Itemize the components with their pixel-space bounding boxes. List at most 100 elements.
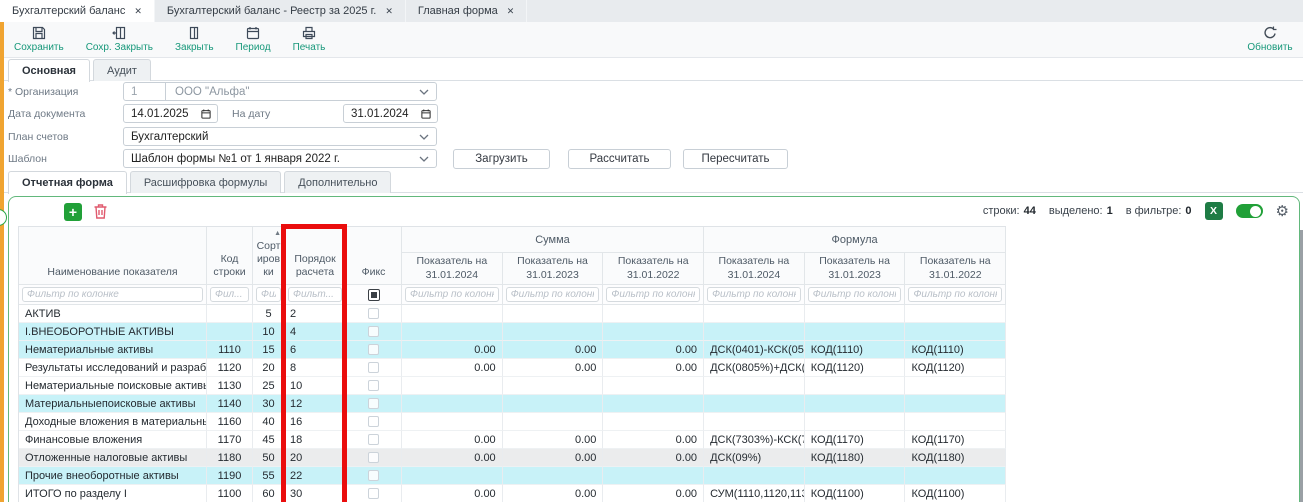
- tab-formula-details[interactable]: Расшифровка формулы: [130, 171, 281, 193]
- save-close-button[interactable]: Сохр. Закрыть: [86, 25, 153, 53]
- excel-export-button[interactable]: X: [1205, 202, 1223, 220]
- recalculate-button[interactable]: Пересчитать: [683, 149, 788, 169]
- chevron-down-icon[interactable]: [419, 89, 429, 95]
- table-row[interactable]: Финансовые вложения 1170 45 18 0.00 0.00…: [19, 431, 1006, 449]
- table-row[interactable]: Нематериальные поисковые активы 1130 25 …: [19, 377, 1006, 395]
- table-row[interactable]: Отложенные налоговые активы 1180 50 20 0…: [19, 449, 1006, 467]
- group-header-formula: Формула: [704, 227, 1006, 253]
- org-label: * Организация: [8, 86, 78, 98]
- app-window: Бухгалтерский баланс ✕ Бухгалтерский бал…: [0, 0, 1303, 502]
- cell-sum-2023: [503, 467, 604, 485]
- window-tab-registry[interactable]: Бухгалтерский баланс - Реестр за 2025 г.…: [155, 0, 406, 22]
- close-button[interactable]: Закрыть: [175, 25, 214, 53]
- cell-sum-2022: [603, 323, 704, 341]
- filter-input-formula-2022[interactable]: [908, 287, 1002, 302]
- table-row[interactable]: Доходные вложения в материальные ц.. 116…: [19, 413, 1006, 431]
- filter-input-name[interactable]: [22, 287, 203, 302]
- fix-checkbox[interactable]: [368, 326, 379, 337]
- cell-formula-2022: КОД(1100): [905, 485, 1006, 502]
- fix-header-checkbox[interactable]: [368, 289, 380, 301]
- col-header-name[interactable]: Наименование показателя: [19, 227, 207, 285]
- chart-row: План счетов Бухгалтерский: [0, 127, 1303, 147]
- col-header-fix[interactable]: Фикс: [346, 227, 402, 285]
- fix-checkbox[interactable]: [368, 470, 379, 481]
- delete-row-button[interactable]: [93, 203, 109, 221]
- cell-fix: [346, 359, 402, 377]
- filter-input-sum-2024[interactable]: [405, 287, 499, 302]
- window-tab-balance[interactable]: Бухгалтерский баланс ✕: [0, 0, 155, 22]
- save-icon: [31, 25, 47, 41]
- filter-toggle[interactable]: [1236, 204, 1263, 218]
- printer-icon: [301, 25, 317, 41]
- table-row[interactable]: ИТОГО по разделу I 1100 60 30 0.00 0.00 …: [19, 485, 1006, 502]
- calendar-icon[interactable]: [420, 108, 432, 120]
- add-row-button[interactable]: +: [64, 203, 82, 221]
- cell-code: 1110: [207, 341, 253, 359]
- cell-code: [207, 305, 253, 323]
- fix-checkbox[interactable]: [368, 362, 379, 373]
- chart-select[interactable]: Бухгалтерский: [123, 127, 437, 146]
- tab-report-form[interactable]: Отчетная форма: [8, 171, 127, 194]
- filter-input-formula-2024[interactable]: [707, 287, 801, 302]
- tab-audit[interactable]: Аудит: [93, 59, 151, 81]
- cell-name: ИТОГО по разделу I: [19, 485, 207, 502]
- col-header-formula-2023[interactable]: Показатель на31.01.2023: [805, 253, 906, 285]
- table-row[interactable]: Результаты исследований и разработок 112…: [19, 359, 1006, 377]
- panel-collapse-handle[interactable]: [0, 209, 7, 226]
- table-row[interactable]: АКТИВ 5 2: [19, 305, 1006, 323]
- cell-formula-2022: [905, 395, 1006, 413]
- tab-additional[interactable]: Дополнительно: [284, 171, 391, 193]
- filter-input-sort[interactable]: [256, 287, 281, 302]
- fix-checkbox[interactable]: [368, 344, 379, 355]
- filter-input-formula-2023[interactable]: [808, 287, 902, 302]
- col-header-formula-2022[interactable]: Показатель на31.01.2022: [905, 253, 1006, 285]
- fix-checkbox[interactable]: [368, 488, 379, 499]
- calculate-button[interactable]: Рассчитать: [568, 149, 671, 169]
- fix-checkbox[interactable]: [368, 452, 379, 463]
- load-label: Загрузить: [475, 153, 528, 165]
- close-icon[interactable]: ✕: [134, 6, 142, 17]
- calendar-icon[interactable]: [200, 108, 212, 120]
- filter-input-sum-2022[interactable]: [606, 287, 700, 302]
- cell-name: АКТИВ: [19, 305, 207, 323]
- print-button[interactable]: Печать: [293, 25, 326, 53]
- rows-count-label: строки:: [983, 205, 1020, 217]
- table-row[interactable]: Прочие внеоборотные активы 1190 55 22: [19, 467, 1006, 485]
- cell-formula-2023: [805, 323, 906, 341]
- window-tab-main-form[interactable]: Главная форма ✕: [406, 0, 527, 22]
- cell-sum-2023: 0.00: [503, 449, 604, 467]
- col-header-sum-2024[interactable]: Показатель на31.01.2024: [402, 253, 503, 285]
- col-header-formula-2024[interactable]: Показатель на31.01.2024: [704, 253, 805, 285]
- filter-input-sum-2023[interactable]: [506, 287, 600, 302]
- on-date-input[interactable]: [344, 108, 410, 120]
- close-icon[interactable]: ✕: [385, 6, 393, 17]
- gear-icon[interactable]: ⚙: [1276, 204, 1289, 219]
- table-row[interactable]: Материальныепоисковые активы 1140 30 12: [19, 395, 1006, 413]
- refresh-button[interactable]: Обновить: [1237, 25, 1303, 53]
- org-select[interactable]: 1 ООО "Альфа": [123, 82, 437, 101]
- table-row[interactable]: Нематериальные активы 1110 15 6 0.00 0.0…: [19, 341, 1006, 359]
- fix-checkbox[interactable]: [368, 416, 379, 427]
- close-icon[interactable]: ✕: [507, 6, 515, 17]
- template-select[interactable]: Шаблон формы №1 от 1 января 2022 г.: [123, 149, 437, 168]
- fix-checkbox[interactable]: [368, 434, 379, 445]
- chevron-down-icon[interactable]: [419, 156, 429, 162]
- cell-fix: [346, 377, 402, 395]
- doc-date-input[interactable]: [124, 108, 190, 120]
- fix-checkbox[interactable]: [368, 308, 379, 319]
- fix-checkbox[interactable]: [368, 398, 379, 409]
- filter-input-code[interactable]: [210, 287, 249, 302]
- cell-formula-2023: КОД(1110): [805, 341, 906, 359]
- chevron-down-icon[interactable]: [419, 134, 429, 140]
- tab-osnovnaya[interactable]: Основная: [8, 59, 90, 82]
- load-button[interactable]: Загрузить: [453, 149, 550, 169]
- col-header-sum-2022[interactable]: Показатель на31.01.2022: [603, 253, 704, 285]
- col-header-code[interactable]: Код строки: [207, 227, 253, 285]
- col-header-sum-2023[interactable]: Показатель на31.01.2023: [503, 253, 604, 285]
- cell-formula-2023: КОД(1100): [805, 485, 906, 502]
- table-row[interactable]: I.ВНЕОБОРОТНЫЕ АКТИВЫ 10 4: [19, 323, 1006, 341]
- fix-checkbox[interactable]: [368, 380, 379, 391]
- filter-cell: [704, 285, 805, 305]
- save-button[interactable]: Сохранить: [14, 25, 64, 53]
- period-button[interactable]: Период: [236, 25, 271, 53]
